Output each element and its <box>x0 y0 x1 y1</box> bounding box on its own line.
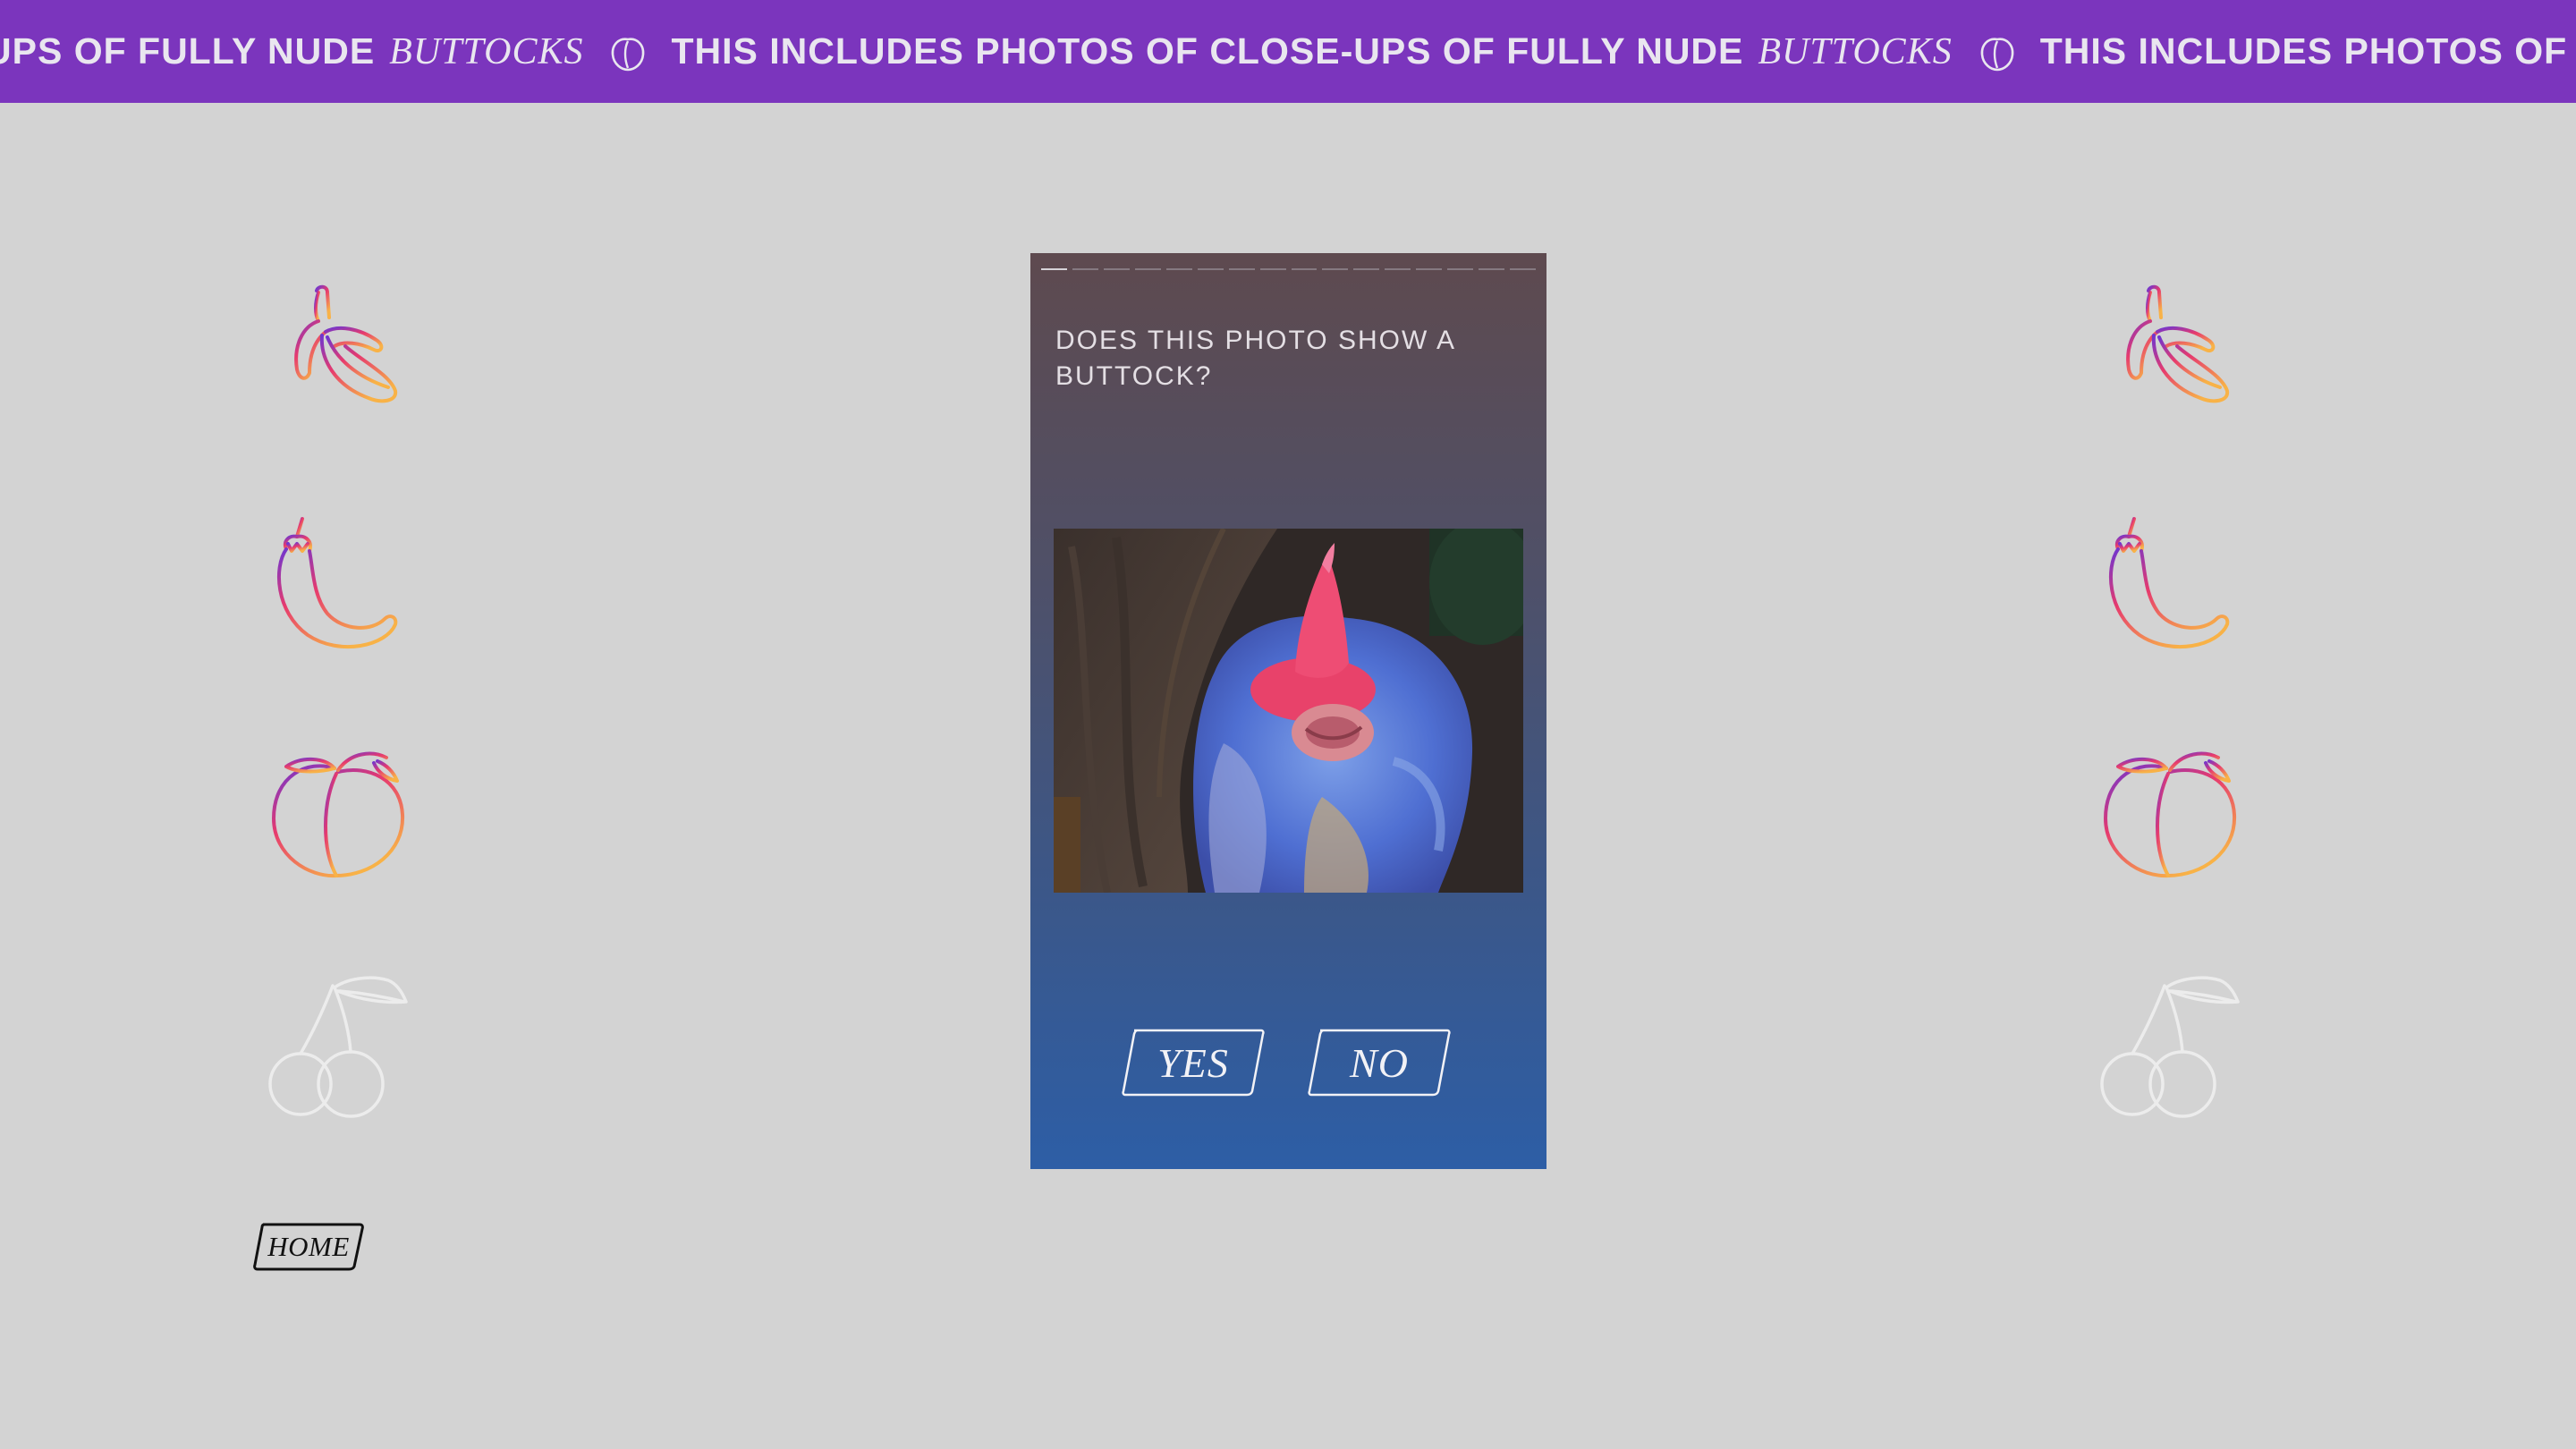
progress-segment <box>1322 268 1349 270</box>
home-button-label: HOME <box>267 1231 350 1262</box>
story-card: DOES THIS PHOTO SHOW A BUTTOCK? <box>1030 253 1546 1169</box>
progress-segment <box>1291 268 1318 270</box>
story-progress-bar <box>1041 268 1536 271</box>
peach-icon <box>2095 741 2247 894</box>
progress-segment <box>1134 268 1161 270</box>
peach-icon <box>263 741 415 894</box>
cherry-icon <box>2095 973 2247 1125</box>
banner-segment: THIS INCLUDES PHOTOS OF CLOSE-UPS OF FUL… <box>671 30 2039 73</box>
progress-segment <box>1228 268 1255 270</box>
peach-icon <box>1980 37 2014 71</box>
banner-italic-text: BUTTOCKS <box>389 30 584 72</box>
warning-banner: E-UPS OF FULLY NUDE BUTTOCKS THIS INCLUD… <box>0 0 2576 103</box>
no-button-label: NO <box>1350 1039 1409 1086</box>
eggplant-icon <box>263 513 415 665</box>
progress-segment <box>1041 268 1067 270</box>
yes-button-label: YES <box>1157 1039 1229 1086</box>
eggplant-icon <box>2095 513 2247 665</box>
peach-icon <box>612 37 645 71</box>
progress-segment <box>1510 268 1536 270</box>
banner-bold-text: E-UPS OF FULLY NUDE <box>0 30 376 72</box>
banner-bold-text: THIS INCLUDES PHOTOS OF CLOSE-UPS OF FUL… <box>671 30 1744 72</box>
progress-segment <box>1259 268 1286 270</box>
question-text: DOES THIS PHOTO SHOW A BUTTOCK? <box>1055 326 1455 391</box>
banner-italic-text: BUTTOCKS <box>1758 30 1953 72</box>
banner-segment: E-UPS OF FULLY NUDE BUTTOCKS <box>0 30 671 73</box>
progress-segment <box>1479 268 1505 270</box>
banana-icon <box>263 273 415 425</box>
progress-segment <box>1447 268 1474 270</box>
banana-icon <box>2095 273 2247 425</box>
progress-segment <box>1103 268 1130 270</box>
progress-segment <box>1416 268 1443 270</box>
no-button[interactable]: NO <box>1308 1029 1451 1097</box>
yes-button[interactable]: YES <box>1122 1029 1265 1097</box>
cherry-icon <box>263 973 415 1125</box>
banner-segment: THIS INCLUDES PHOTOS OF <box>2040 30 2567 72</box>
progress-segment <box>1072 268 1098 270</box>
home-button[interactable]: HOME <box>252 1222 365 1272</box>
progress-segment <box>1197 268 1224 270</box>
baboon-buttock-photo <box>1054 529 1523 893</box>
progress-segment <box>1353 268 1380 270</box>
banner-bold-text: THIS INCLUDES PHOTOS OF <box>2039 30 2568 72</box>
progress-segment <box>1165 268 1192 270</box>
banner-marquee: E-UPS OF FULLY NUDE BUTTOCKS THIS INCLUD… <box>0 0 2567 103</box>
progress-segment <box>1385 268 1411 270</box>
